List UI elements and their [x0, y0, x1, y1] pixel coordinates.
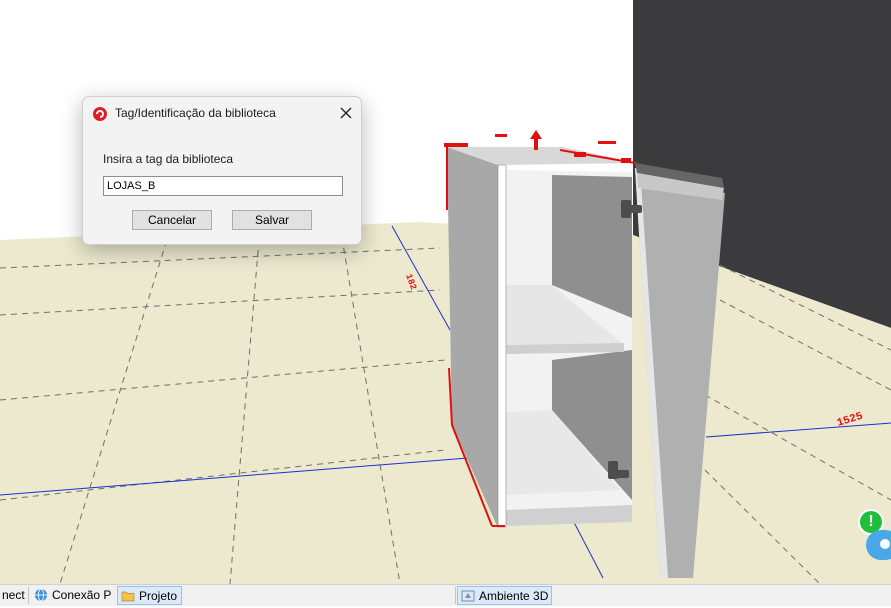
dialog-titlebar[interactable]: Tag/Identificação da biblioteca: [83, 97, 361, 130]
dialog-title: Tag/Identificação da biblioteca: [115, 106, 276, 120]
taskbar-item-label: Projeto: [139, 589, 178, 603]
prompt-label: Insira a tag da biblioteca: [103, 152, 234, 166]
3d-viewport[interactable]: 1525 182: [0, 0, 891, 584]
taskbar: nect Conexão P Projeto Ambiente 3D: [0, 584, 891, 606]
taskbar-item-projeto[interactable]: Projeto: [117, 586, 182, 605]
taskbar-item-ambiente-3d[interactable]: Ambiente 3D: [457, 586, 552, 605]
tag-dialog: Tag/Identificação da biblioteca Insira a…: [82, 96, 362, 245]
folder-icon: [121, 589, 135, 603]
chat-icon[interactable]: [866, 530, 891, 560]
close-button[interactable]: [333, 101, 359, 125]
view3d-icon: [461, 589, 475, 603]
taskbar-item-label: nect: [2, 588, 25, 602]
taskbar-item-connect[interactable]: nect: [0, 586, 25, 605]
close-icon: [340, 107, 352, 119]
tag-input[interactable]: [103, 176, 343, 196]
taskbar-item-conexao[interactable]: Conexão P: [32, 586, 111, 605]
taskbar-item-label: Conexão P: [52, 588, 112, 602]
app-logo-icon: [92, 106, 108, 122]
globe-icon: [34, 588, 48, 602]
cancel-button[interactable]: Cancelar: [132, 210, 212, 230]
save-button[interactable]: Salvar: [232, 210, 312, 230]
taskbar-item-label: Ambiente 3D: [479, 589, 549, 603]
